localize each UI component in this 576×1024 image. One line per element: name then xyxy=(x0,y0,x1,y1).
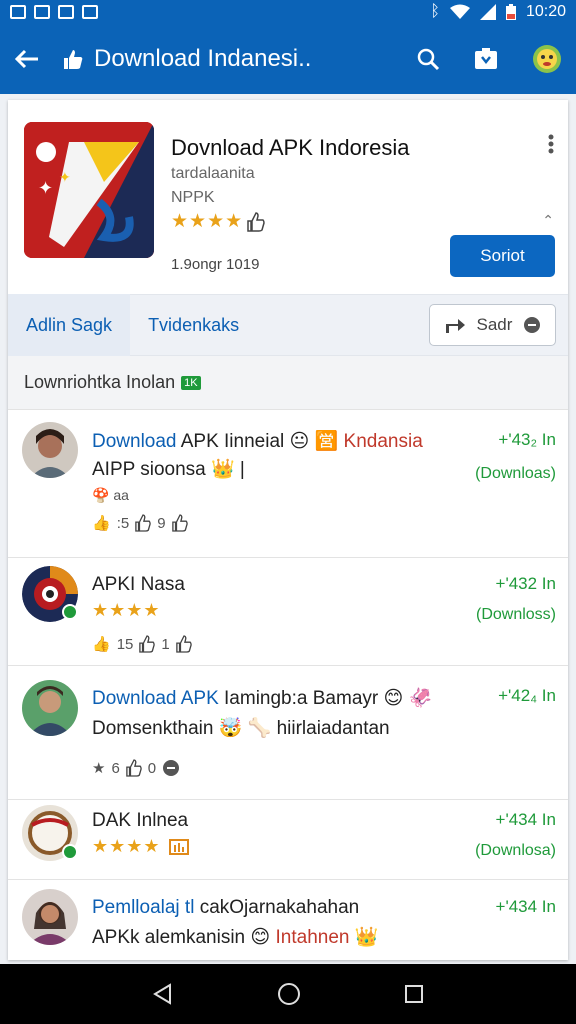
section-title: Lownriohtka Inolan xyxy=(24,372,176,392)
profile-emoji-icon[interactable] xyxy=(532,44,562,74)
app-rating: ★★★★ xyxy=(171,210,265,233)
item-title: APKI Nasa xyxy=(92,574,185,595)
list-item[interactable]: Download APK Iinneial 😐 🈺 Kndansia AIPP … xyxy=(8,410,568,558)
thumbs-up-icon: 👍 xyxy=(92,636,111,653)
comment-icon[interactable] xyxy=(162,759,180,777)
item-subtitle: AIPP sioonsa 👑 | xyxy=(92,459,245,480)
item-count: +'42₄ In xyxy=(498,686,556,705)
star-icon: ★ xyxy=(92,760,106,777)
svg-text:✦: ✦ xyxy=(59,170,71,186)
nav-home-icon[interactable] xyxy=(277,982,301,1006)
chart-icon xyxy=(168,838,189,855)
item-rating: ★★★★ xyxy=(92,600,161,620)
item-stats: 👍 :5 9 xyxy=(92,514,188,532)
nav-recents-icon[interactable] xyxy=(404,984,424,1004)
app-header: ✦ ✦ Dovnload APK Indoresia tardalaanita … xyxy=(8,100,568,294)
svg-text:✦: ✦ xyxy=(38,178,53,199)
thumbs-count: 1 xyxy=(161,635,170,653)
thumbs-count: 9 xyxy=(157,514,166,532)
section-header: Lownriohtka Inolan 1K xyxy=(8,356,568,410)
search-icon[interactable] xyxy=(416,47,440,71)
item-downloads: (Downloss) xyxy=(475,606,556,623)
status-time: 10:20 xyxy=(525,3,566,20)
avatar xyxy=(22,680,78,736)
verified-badge-icon xyxy=(62,844,78,860)
app-name: Dovnload APK Indoresia xyxy=(171,135,410,160)
list-item[interactable]: Pemlloalaj tl cakOjarnakahahan APKk alem… xyxy=(8,880,568,960)
section-badge: 1K xyxy=(181,375,201,390)
share-button[interactable]: Sadr xyxy=(429,304,556,346)
clear-circle-icon xyxy=(524,317,541,333)
status-bar: ᛒ 10:20 xyxy=(0,0,576,24)
back-arrow-icon[interactable] xyxy=(14,48,40,70)
chevron-up-icon[interactable]: ⌃ xyxy=(542,212,554,229)
thumbs-up-outline-icon xyxy=(135,514,151,532)
tab-second[interactable]: Tvidenkaks xyxy=(130,294,257,356)
thumbs-up-outline-icon xyxy=(247,211,265,232)
share-label: Sadr xyxy=(476,315,513,334)
signal-icon xyxy=(479,4,496,20)
item-count: +'432 In xyxy=(495,574,556,593)
item-downloads: (Downloas) xyxy=(475,465,556,482)
app-category: NPPK xyxy=(171,189,215,206)
gallery-notification-icon xyxy=(10,5,26,19)
list-item[interactable]: DAK Inlnea ★★★★ +'434 In (Downlosa) xyxy=(8,800,568,880)
thumbs-up-outline-icon[interactable] xyxy=(171,514,188,532)
avatar xyxy=(22,889,78,945)
thumbs-up-outline-icon xyxy=(126,759,142,777)
page-title: Download Indanesi.. xyxy=(94,45,312,72)
thumbs-up-outline-icon[interactable] xyxy=(175,635,192,653)
list-item[interactable]: APKI Nasa ★★★★ 👍 15 1 +'432 In (Downloss… xyxy=(8,558,568,666)
item-title: Download APK Iamingb:a Bamayr 😊 🦑 xyxy=(92,688,433,709)
item-rating: ★★★★ xyxy=(92,836,189,857)
rating-stars: ★★★★ xyxy=(171,211,244,232)
likes-count: :5 xyxy=(116,514,130,532)
list-item[interactable]: Download APK Iamingb:a Bamayr 😊 🦑 Domsen… xyxy=(8,666,568,800)
likes-count: 6 xyxy=(111,759,120,777)
thumbs-up-icon: 👍 xyxy=(92,515,111,532)
item-title: Download APK Iinneial 😐 🈺 Kndansia xyxy=(92,431,423,452)
results-list: Download APK Iinneial 😐 🈺 Kndansia AIPP … xyxy=(8,410,568,960)
item-stats: 👍 15 1 xyxy=(92,635,192,653)
item-count: +'43₂ In xyxy=(498,430,556,449)
likes-count: 15 xyxy=(116,635,134,653)
thumbs-up-icon xyxy=(64,50,83,69)
item-count: +'434 In xyxy=(495,897,556,916)
item-count: +'434 In xyxy=(495,810,556,829)
more-vert-icon[interactable] xyxy=(548,134,554,159)
nav-back-icon[interactable] xyxy=(152,983,174,1005)
thumbs-up-outline-icon xyxy=(139,635,156,653)
app-notification-icon xyxy=(34,5,50,19)
install-button[interactable]: Soriot xyxy=(450,235,555,277)
thumbs-count: 0 xyxy=(147,759,157,777)
store-icon[interactable] xyxy=(474,48,498,70)
app-size: 1.9ongr 1019 xyxy=(171,256,260,273)
item-subtitle: Domsenkthain 🤯 🦴 hiirlaiadantan xyxy=(92,718,390,739)
app-logo-icon: ✦ ✦ xyxy=(24,122,154,258)
battery-icon xyxy=(505,4,516,20)
item-title: Pemlloalaj tl cakOjarnakahahan xyxy=(92,897,360,918)
app-bar: Download Indanesi.. xyxy=(0,24,576,94)
tab-first[interactable]: Adlin Sagk xyxy=(8,294,131,356)
item-stats: ★ 6 0 xyxy=(92,759,180,777)
notification-icons xyxy=(10,5,98,19)
system-nav-bar xyxy=(0,964,576,1024)
app-developer[interactable]: tardalaanita xyxy=(171,165,255,183)
wifi-icon xyxy=(449,4,470,19)
app-details-card: ✦ ✦ Dovnload APK Indoresia tardalaanita … xyxy=(8,100,568,960)
message-notification-icon xyxy=(58,5,74,19)
avatar xyxy=(22,422,78,478)
tab-bar: Adlin Sagk Tvidenkaks Sadr xyxy=(8,294,568,356)
item-tag: 🍄 aa xyxy=(92,487,129,503)
bluetooth-icon: ᛒ xyxy=(430,3,440,20)
item-downloads: (Downlosa) xyxy=(475,842,556,859)
item-title: DAK Inlnea xyxy=(92,810,189,831)
verified-badge-icon xyxy=(62,604,78,620)
item-subtitle: APKk alemkanisin 😊 Intahnen 👑 xyxy=(92,927,379,948)
mail-notification-icon xyxy=(82,5,98,19)
share-arrow-icon xyxy=(445,319,465,333)
